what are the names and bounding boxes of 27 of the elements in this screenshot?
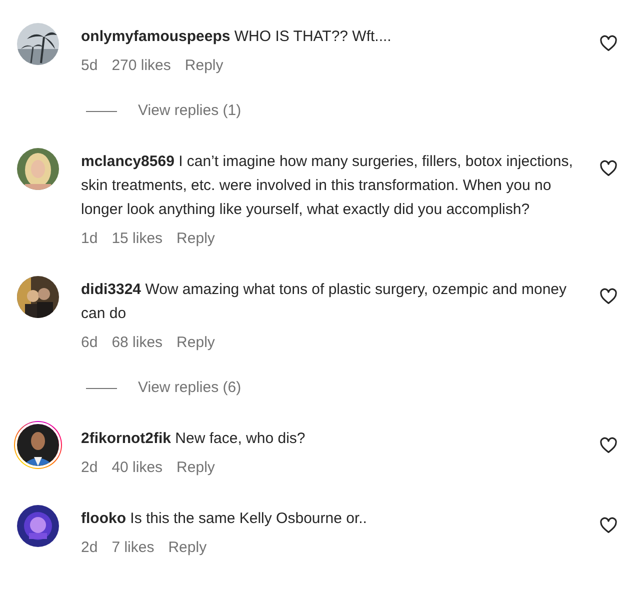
heart-icon[interactable] [599,287,618,306]
comment-time: 2d [81,538,98,558]
comment-time: 5d [81,56,98,76]
reply-link[interactable]: Reply [176,229,215,249]
comment-text: onlymyfamouspeeps WHO IS THAT?? Wft.... [81,27,392,47]
reply-link[interactable]: Reply [176,333,215,353]
heart-icon[interactable] [599,159,618,178]
view-replies-link[interactable]: View replies (1) [138,101,242,121]
comment-text: didi3324 Wow amazing what tons of plastic surgery, ozempic and money can do [81,280,568,324]
like-count[interactable]: 68 likes [112,333,163,353]
comment-time: 6d [81,333,98,353]
comment-text: mclancy8569 I can’t imagine how many surgeries, fillers, botox injections, skin treatments, etc. were involved in this transformation. When you no longer look anything like yourself, what exactly did you accomplish? [81,152,574,220]
comment-time: 1d [81,229,98,249]
comment-text: flooko Is this the same Kelly Osbourne or.. [81,509,367,529]
reply-link[interactable]: Reply [184,56,224,76]
like-count[interactable]: 270 likes [112,56,171,76]
like-count[interactable]: 7 likes [112,538,154,558]
comment-text: 2fikornot2fik New face, who dis? [81,429,306,449]
heart-icon[interactable] [599,436,618,455]
like-count[interactable]: 40 likes [112,458,163,478]
reply-link[interactable]: Reply [176,458,215,478]
heart-icon[interactable] [599,516,618,535]
comment-time: 2d [81,458,98,478]
heart-icon[interactable] [599,34,618,53]
view-replies-link[interactable]: View replies (6) [138,378,242,398]
like-count[interactable]: 15 likes [112,229,163,249]
reply-link[interactable]: Reply [168,538,207,558]
